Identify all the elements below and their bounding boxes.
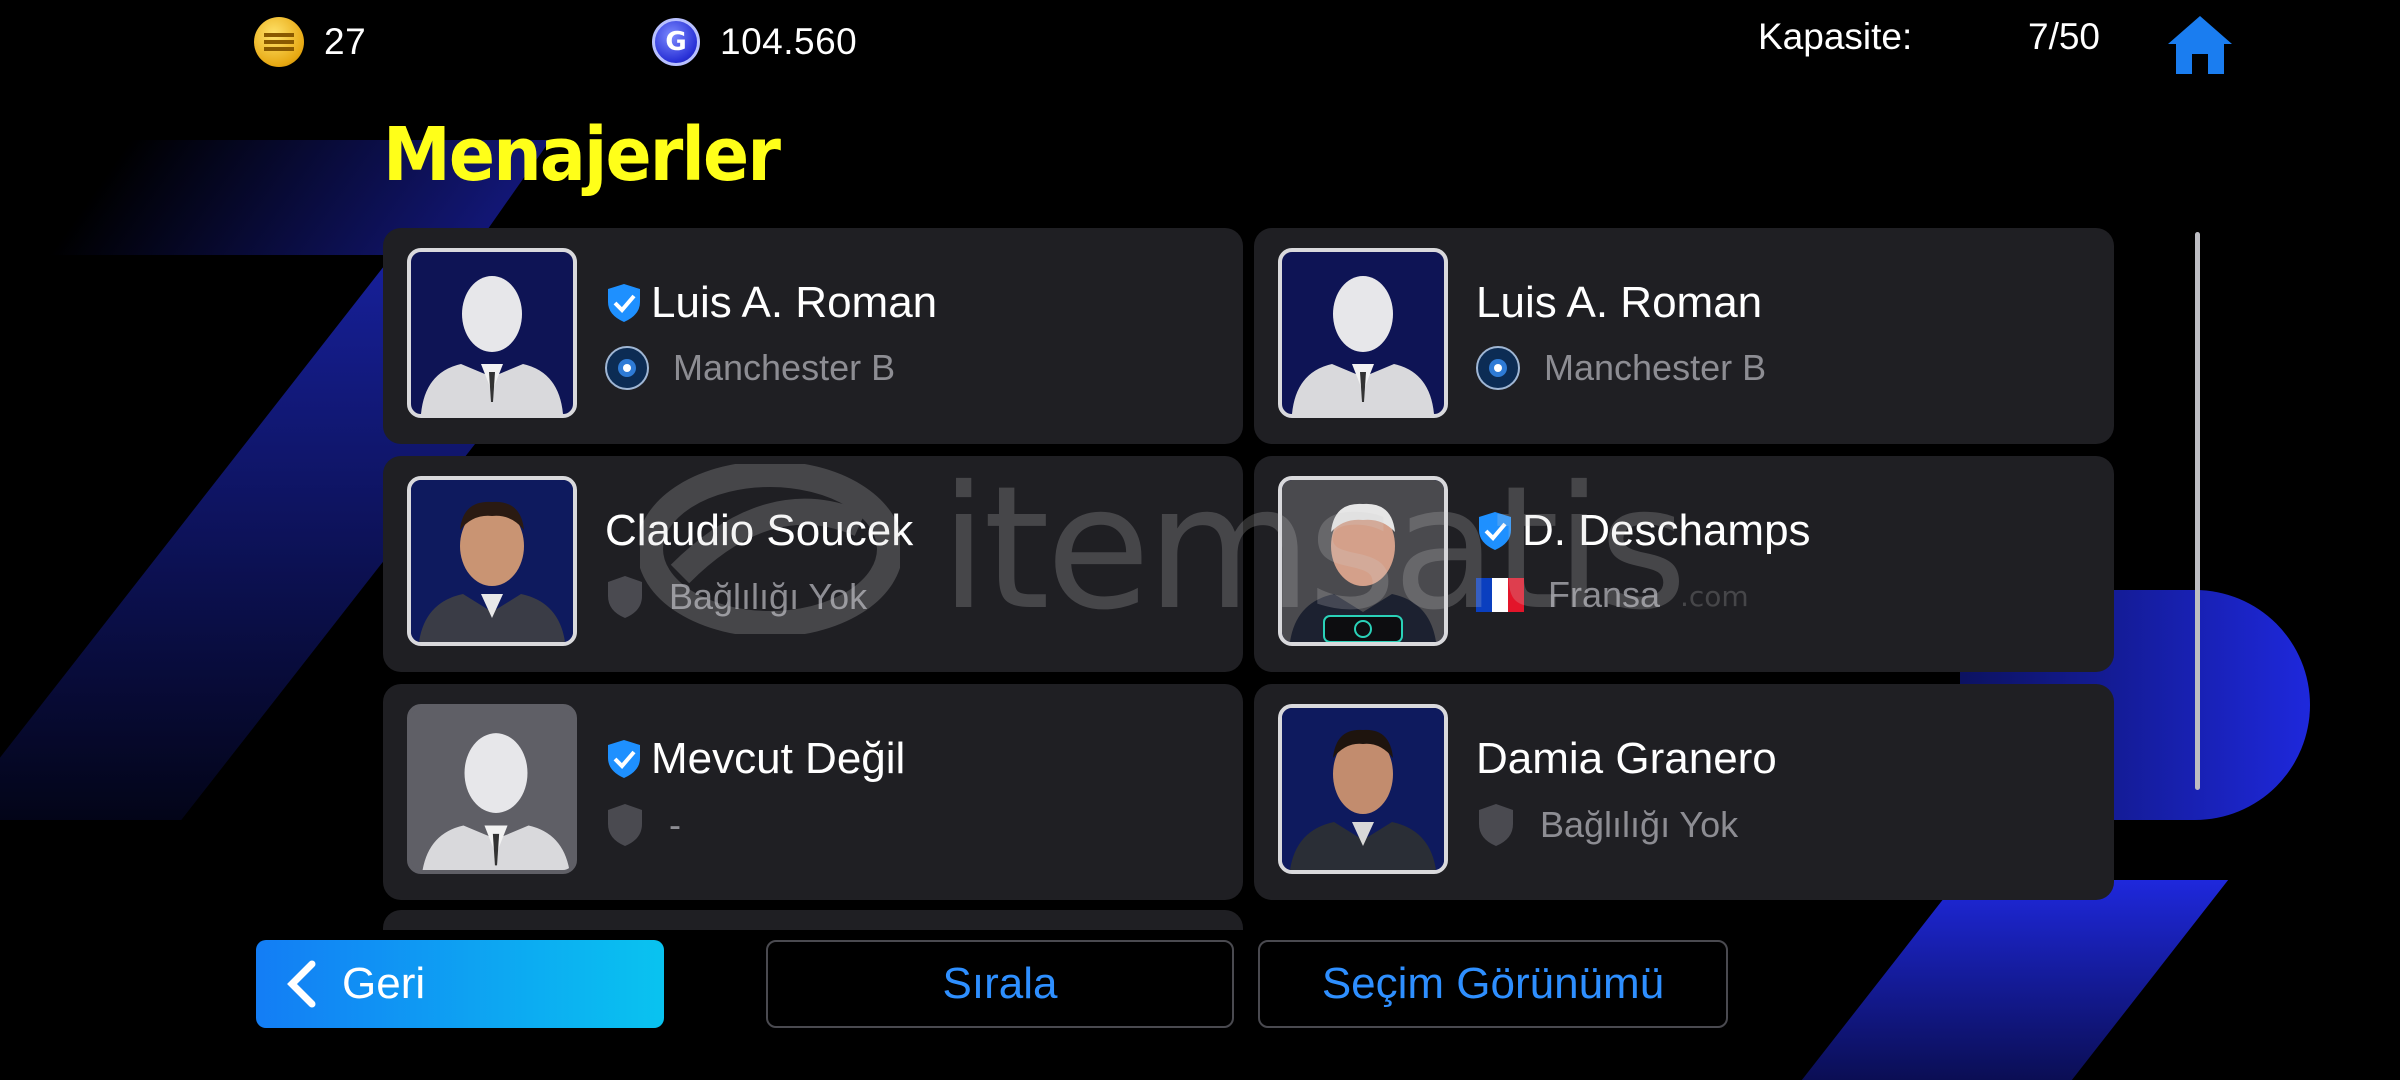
watermark-logo-icon [640, 464, 900, 634]
home-icon[interactable] [2164, 12, 2236, 78]
gp-count: 104.560 [720, 21, 858, 62]
manager-card[interactable]: Luis A. Roman Manchester B [383, 228, 1243, 444]
manager-name: Luis A. Roman [1476, 278, 1763, 327]
shield-icon [1479, 804, 1513, 846]
watermark: itemsatis .com [640, 450, 1749, 648]
coin-balance: 27 [254, 14, 366, 70]
manager-card-partial[interactable] [383, 910, 1243, 930]
scrollbar[interactable] [2195, 232, 2200, 790]
capacity-value: 7/50 [2028, 16, 2101, 57]
manager-affiliation: - [605, 802, 681, 848]
manager-name: Luis A. Roman [605, 278, 937, 328]
manager-name: Mevcut Değil [605, 734, 905, 784]
manager-placeholder-photo [407, 248, 577, 418]
gp-balance: G 104.560 [652, 14, 857, 70]
verified-badge-icon [608, 284, 640, 322]
shield-icon [608, 576, 642, 618]
back-button-label: Geri [342, 959, 426, 1008]
back-button[interactable]: Geri [256, 940, 664, 1028]
sort-button[interactable]: Sırala [766, 940, 1234, 1028]
manager-placeholder-photo [407, 704, 577, 874]
gp-icon: G [652, 18, 700, 66]
background-stripe [1801, 880, 2229, 1080]
shield-icon [608, 804, 642, 846]
selection-view-button[interactable]: Seçim Görünümü [1258, 940, 1728, 1028]
manager-card[interactable]: Luis A. Roman Manchester B [1254, 228, 2114, 444]
manager-affiliation: Bağlılığı Yok [1476, 802, 1738, 848]
manager-photo [1278, 704, 1448, 874]
manager-placeholder-photo [1278, 248, 1448, 418]
club-crest-icon [605, 346, 649, 390]
manager-card[interactable]: Damia Granero Bağlılığı Yok [1254, 684, 2114, 900]
club-crest-icon [1476, 346, 1520, 390]
verified-badge-icon [608, 740, 640, 778]
chevron-left-icon [287, 960, 316, 1008]
manager-name: Damia Granero [1476, 734, 1777, 783]
manager-affiliation: Manchester B [1476, 346, 1766, 390]
capacity-label: Kapasite: [1758, 16, 1913, 57]
coin-count: 27 [324, 21, 367, 62]
manager-affiliation: Manchester B [605, 346, 895, 390]
page-title: Menajerler [383, 112, 781, 198]
efootball-coin-icon [254, 17, 304, 67]
manager-card[interactable]: Mevcut Değil - [383, 684, 1243, 900]
manager-photo [407, 476, 577, 646]
